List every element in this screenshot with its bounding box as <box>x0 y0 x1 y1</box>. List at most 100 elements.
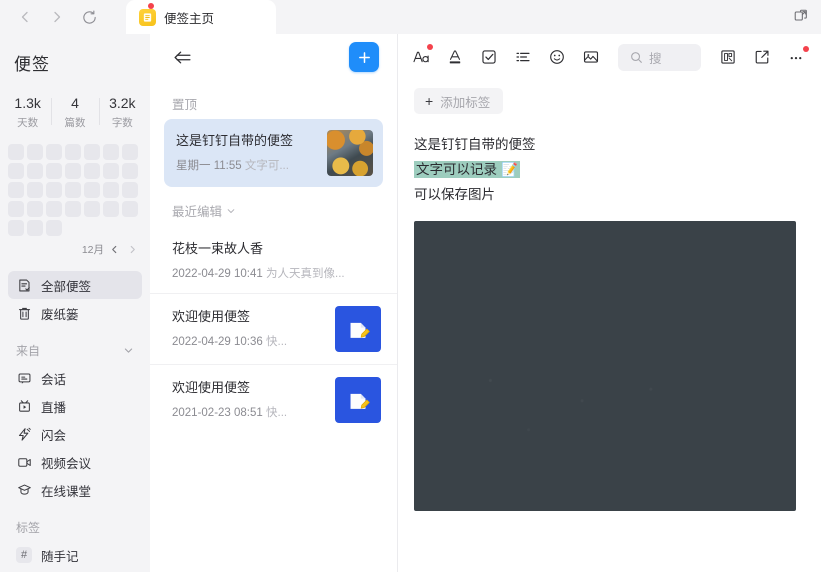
sidebar-item-chat[interactable]: 会话 <box>8 364 142 392</box>
notes-app-icon <box>139 8 156 26</box>
main-body: 便签 1.3k 天数 4 篇数 3.2k 字数 12月 全部便签 废纸篓 来自 … <box>0 34 821 572</box>
share-icon[interactable] <box>745 42 779 72</box>
live-icon <box>16 398 32 414</box>
sidebar-item-label: 闪会 <box>41 428 67 443</box>
note-line: 可以保存图片 <box>414 182 797 207</box>
heatmap-cell[interactable] <box>65 144 81 160</box>
emoji-icon[interactable] <box>540 42 574 72</box>
recent-section-header[interactable]: 最近编辑 <box>150 187 397 226</box>
heatmap-cell[interactable] <box>65 182 81 198</box>
heatmap-cell[interactable] <box>103 163 119 179</box>
trash-icon <box>16 305 32 321</box>
sidebar-group-tags[interactable]: 标签 <box>8 514 142 540</box>
sidebar-item-all-notes[interactable]: 全部便签 <box>8 271 142 299</box>
editor-toolbar: 搜 <box>398 34 821 80</box>
heatmap-cell[interactable] <box>27 182 43 198</box>
sidebar-title: 便签 <box>14 55 50 74</box>
heatmap-cell[interactable] <box>84 201 100 217</box>
sidebar-item-tag-suishouji[interactable]: # 随手记 <box>8 541 142 569</box>
heatmap-cell[interactable] <box>46 182 62 198</box>
heatmap-cell[interactable] <box>84 163 100 179</box>
note-list-item[interactable]: 欢迎使用便签 2022-04-29 10:36 快... <box>150 293 397 364</box>
back-icon[interactable] <box>10 2 40 32</box>
sidebar-item-video-meeting[interactable]: 视频会议 <box>8 448 142 476</box>
sidebar-item-label: 视频会议 <box>41 456 92 471</box>
heatmap-cell[interactable] <box>122 201 138 217</box>
tab-notes-home[interactable]: 便签主页 <box>126 0 276 34</box>
checklist-icon[interactable] <box>472 42 506 72</box>
more-icon[interactable] <box>779 42 813 72</box>
sidebar-item-online-class[interactable]: 在线课堂 <box>8 476 142 504</box>
heatmap-cell[interactable] <box>65 201 81 217</box>
prev-month-icon[interactable] <box>107 242 122 257</box>
heatmap-cell[interactable] <box>46 220 62 236</box>
heatmap-cell[interactable] <box>27 220 43 236</box>
forward-icon[interactable] <box>42 2 72 32</box>
note-item-time: 2021-02-23 08:51 <box>172 407 263 419</box>
heatmap-cell[interactable] <box>27 201 43 217</box>
note-item-preview: 快... <box>266 336 288 348</box>
heatmap-cell[interactable] <box>8 220 24 236</box>
stats-row: 1.3k 天数 4 篇数 3.2k 字数 <box>0 95 150 130</box>
recent-section-label: 最近编辑 <box>172 205 223 219</box>
sidebar-group-source[interactable]: 来自 <box>8 337 142 363</box>
text-color-icon[interactable] <box>438 42 472 72</box>
note-item-thumbnail <box>335 306 381 352</box>
heatmap-cell[interactable] <box>8 182 24 198</box>
title-bar: 便签主页 <box>0 0 821 34</box>
heatmap-cell[interactable] <box>8 163 24 179</box>
new-note-button[interactable] <box>349 42 379 72</box>
memo-emoji-icon: 📝 <box>499 161 520 178</box>
collapse-sidebar-icon[interactable] <box>172 49 193 66</box>
note-list-item-pinned[interactable]: 这是钉钉自带的便签 星期一 11:55 文字可... <box>164 119 383 187</box>
heatmap-cell[interactable] <box>103 182 119 198</box>
heatmap-cell[interactable] <box>122 182 138 198</box>
heatmap-cell[interactable] <box>27 144 43 160</box>
heatmap-cell[interactable] <box>84 144 100 160</box>
stat-value: 3.2k <box>109 95 136 111</box>
window-nav-group <box>0 0 104 34</box>
image-icon[interactable] <box>574 42 608 72</box>
note-item-meta: 2021-02-23 08:51 快... <box>172 404 325 420</box>
note-body[interactable]: 这是钉钉自带的便签 文字可以记录 📝 可以保存图片 <box>414 132 797 511</box>
note-item-title: 欢迎使用便签 <box>172 380 251 395</box>
more-badge <box>803 46 809 52</box>
note-list-item[interactable]: 花枝一束故人香 2022-04-29 10:41 为人天真到像... <box>150 226 397 293</box>
font-style-icon[interactable] <box>404 42 438 72</box>
heatmap-cell[interactable] <box>103 144 119 160</box>
heatmap-cell[interactable] <box>8 144 24 160</box>
chat-icon <box>16 370 32 386</box>
note-image[interactable] <box>414 221 796 511</box>
note-item-meta: 2022-04-29 10:36 快... <box>172 333 325 349</box>
heatmap-cell[interactable] <box>46 201 62 217</box>
heatmap-cell[interactable] <box>27 163 43 179</box>
popout-window-icon[interactable] <box>787 2 815 30</box>
note-item-time: 2022-04-29 10:41 <box>172 268 263 280</box>
sidebar-group-label: 标签 <box>16 520 41 535</box>
heatmap-cell[interactable] <box>122 163 138 179</box>
next-month-icon[interactable] <box>125 242 140 257</box>
heatmap-cell[interactable] <box>46 144 62 160</box>
add-tag-button[interactable]: + 添加标签 <box>414 88 504 114</box>
activity-heatmap <box>8 144 150 236</box>
list-icon[interactable] <box>506 42 540 72</box>
heatmap-cell[interactable] <box>122 144 138 160</box>
heatmap-cell[interactable] <box>65 163 81 179</box>
sidebar-item-live[interactable]: 直播 <box>8 392 142 420</box>
sidebar-item-flash-meeting[interactable]: 闪会 <box>8 420 142 448</box>
heatmap-cell[interactable] <box>46 163 62 179</box>
sidebar-item-label: 会话 <box>41 372 67 387</box>
search-input[interactable]: 搜 <box>618 43 701 71</box>
hash-icon: # <box>16 547 32 563</box>
heatmap-cell[interactable] <box>8 201 24 217</box>
note-item-thumbnail <box>327 130 373 176</box>
sticker-icon[interactable] <box>711 42 745 72</box>
sidebar-item-trash[interactable]: 废纸篓 <box>8 299 142 327</box>
heatmap-cell[interactable] <box>103 201 119 217</box>
chevron-down-icon <box>123 345 134 356</box>
heatmap-cell[interactable] <box>84 182 100 198</box>
refresh-icon[interactable] <box>74 2 104 32</box>
pinned-section-label: 置顶 <box>172 98 198 112</box>
note-list-item[interactable]: 欢迎使用便签 2021-02-23 08:51 快... <box>150 364 397 435</box>
note-editor-panel: 搜 + 添加标签 这是钉钉自带的便签 文字可以记录 📝 可以保存图片 <box>398 34 821 572</box>
